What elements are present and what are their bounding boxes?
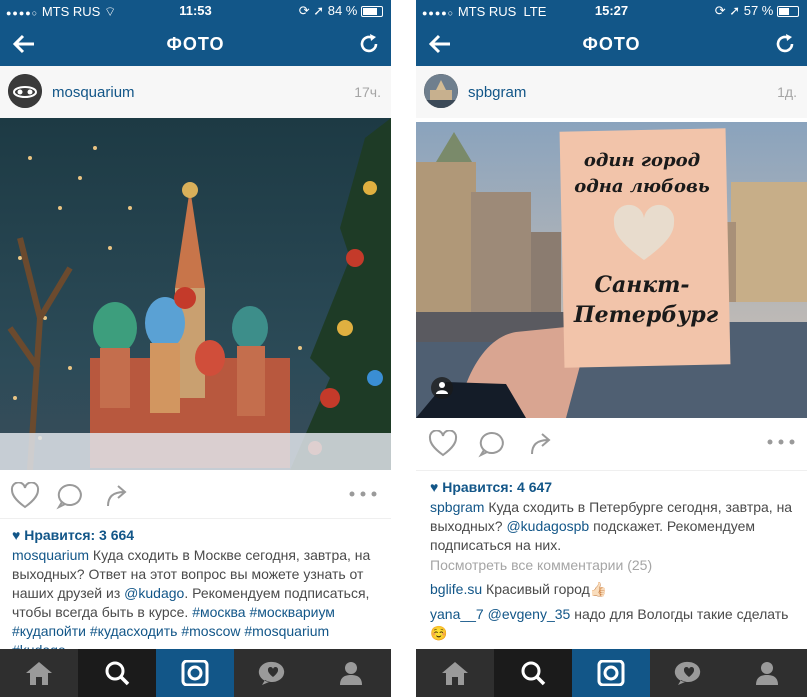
caption-mention[interactable]: @kudagospb (506, 518, 589, 534)
share-icon[interactable] (104, 482, 130, 510)
post-actions (0, 470, 391, 522)
hashtag[interactable]: #москва (192, 604, 245, 620)
more-icon[interactable] (348, 490, 378, 498)
tab-profile[interactable] (728, 649, 806, 697)
post-username[interactable]: spbgram (468, 84, 526, 101)
hashtag[interactable]: #москвариум (249, 604, 334, 620)
refresh-icon[interactable] (357, 32, 381, 56)
hashtag[interactable]: #mosquarium (244, 623, 329, 639)
card-line-2: одна любовь (574, 176, 710, 197)
comment-icon[interactable] (478, 430, 506, 458)
camera-icon (181, 660, 209, 686)
camera-icon (597, 660, 625, 686)
tab-camera[interactable] (156, 649, 234, 697)
likes-label: Нравится: 4 647 (442, 479, 553, 495)
share-icon[interactable] (528, 430, 554, 458)
post-time: 17ч. (354, 84, 381, 100)
post-caption: mosquarium Куда сходить в Москве сегодня… (12, 546, 383, 660)
page-title: ФОТО (582, 34, 641, 54)
avatar[interactable] (424, 74, 458, 108)
comment-icon[interactable] (56, 482, 84, 510)
home-icon (442, 662, 468, 685)
post-header: mosquarium 17ч. (0, 66, 391, 118)
hashtag[interactable]: #кудасходить (90, 623, 178, 639)
tab-camera[interactable] (572, 649, 650, 697)
divider (0, 518, 391, 519)
activity-icon (674, 661, 701, 685)
comment-mention[interactable]: @evgeny_35 (488, 606, 571, 622)
comment-username[interactable]: yana__7 (430, 606, 484, 622)
comment: bglife.su Красивый город👍🏻 (430, 580, 799, 599)
profile-icon (340, 662, 362, 685)
view-all-comments-link[interactable]: Посмотреть все комментарии (25) (430, 557, 652, 573)
card-line-1: один город (584, 150, 700, 171)
heart-icon[interactable] (428, 430, 458, 458)
tab-home[interactable] (0, 649, 78, 697)
post-photo[interactable]: один город одна любовь Санкт- Петербург (416, 122, 807, 418)
phone-screen-right: ●●●●○ MTS RUS LTE 15:27 ⟳ ➚ 57 % ФОТО sp… (416, 0, 807, 697)
caption-mention[interactable]: @kudago (124, 585, 184, 601)
avatar[interactable] (8, 74, 42, 108)
tab-search[interactable] (78, 649, 156, 697)
comment-text: Красивый город👍🏻 (486, 581, 608, 597)
tab-bar (0, 649, 391, 697)
post-time: 1д. (777, 84, 797, 100)
post-photo[interactable] (0, 118, 391, 470)
refresh-icon[interactable] (773, 32, 797, 56)
caption-username[interactable]: spbgram (430, 499, 484, 515)
likes-count[interactable]: ♥ Нравится: 4 647 (430, 479, 552, 495)
status-right: ⟳ ➚ 84 % (299, 3, 383, 19)
caption-username[interactable]: mosquarium (12, 547, 89, 563)
person-tag-icon[interactable] (431, 377, 453, 399)
nav-bar: ФОТО (0, 22, 391, 66)
nav-bar: ФОТО (416, 22, 807, 66)
status-right: ⟳ ➚ 57 % (715, 3, 799, 19)
page-title: ФОТО (166, 34, 225, 54)
more-icon[interactable] (766, 438, 796, 446)
home-icon (26, 662, 52, 685)
tab-activity[interactable] (234, 649, 312, 697)
card-line-4: Петербург (573, 302, 719, 328)
activity-icon (258, 661, 285, 685)
profile-icon (756, 662, 778, 685)
tab-bar (416, 649, 807, 697)
card-line-3: Санкт- (594, 272, 689, 298)
tab-home[interactable] (416, 649, 494, 697)
search-icon (105, 661, 130, 686)
post-username[interactable]: mosquarium (52, 84, 135, 101)
divider (416, 470, 807, 471)
likes-count[interactable]: ♥ Нравится: 3 664 (12, 527, 134, 543)
search-icon (521, 661, 546, 686)
heart-icon[interactable] (10, 482, 40, 510)
post-actions (416, 418, 807, 470)
phone-screen-left: ●●●●○ MTS RUS ⌔ 11:53 ⟳ ➚ 84 % ФОТО mosq… (0, 0, 391, 697)
likes-label: Нравится: 3 664 (24, 527, 135, 543)
tab-search[interactable] (494, 649, 572, 697)
comment: yana__7 @evgeny_35 надо для Вологды таки… (430, 605, 799, 643)
tab-profile[interactable] (312, 649, 390, 697)
comment-text: надо для Вологды такие сделать ☺️ (430, 606, 789, 641)
post-caption: spbgram Куда сходить в Петербурге сегодн… (430, 498, 799, 555)
post-header: spbgram 1д. (416, 66, 807, 118)
comment-username[interactable]: bglife.su (430, 581, 482, 597)
hashtag[interactable]: #кудапойти (12, 623, 86, 639)
postcard: один город одна любовь Санкт- Петербург (559, 128, 731, 368)
hashtag[interactable]: #moscow (181, 623, 240, 639)
status-bar: ●●●●○ MTS RUS LTE 15:27 ⟳ ➚ 57 % (416, 0, 807, 22)
tab-activity[interactable] (650, 649, 728, 697)
status-bar: ●●●●○ MTS RUS ⌔ 11:53 ⟳ ➚ 84 % (0, 0, 391, 22)
